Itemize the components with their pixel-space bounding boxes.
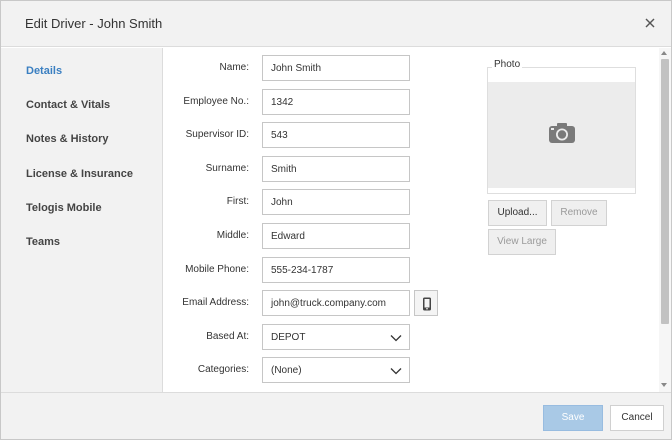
close-icon (645, 18, 655, 28)
based-at-value: DEPOT (271, 332, 306, 343)
middle-row: Middle: Edward (163, 223, 463, 249)
middle-field[interactable]: Edward (262, 223, 410, 249)
scroll-up-arrow[interactable] (661, 51, 667, 55)
mobile-device-button[interactable] (414, 290, 438, 316)
mobile-phone-icon (423, 297, 431, 311)
based-at-label: Based At: (206, 331, 249, 342)
categories-select[interactable]: (None) (262, 357, 410, 383)
middle-label: Middle: (216, 230, 249, 241)
mobile-phone-field[interactable]: 555-234-1787 (262, 257, 410, 283)
edit-driver-dialog: Edit Driver - John Smith Details Contact… (0, 0, 672, 440)
mobile-phone-row: Mobile Phone: 555-234-1787 (163, 257, 463, 283)
remove-button[interactable]: Remove (551, 200, 607, 226)
dialog-titlebar: Edit Driver - John Smith (1, 1, 671, 47)
categories-value: (None) (271, 365, 302, 376)
supervisor-id-field[interactable]: 543 (262, 122, 410, 148)
save-button[interactable]: Save (543, 405, 603, 431)
content-scrollbar[interactable] (659, 48, 671, 392)
scroll-down-arrow[interactable] (661, 383, 667, 387)
photo-placeholder (488, 82, 635, 188)
email-label: Email Address: (182, 297, 249, 308)
sidebar-nav: Details Contact & Vitals Notes & History… (1, 48, 163, 392)
surname-field[interactable]: Smith (262, 156, 410, 182)
first-row: First: John (163, 189, 463, 215)
based-at-row: Based At: DEPOT (163, 324, 463, 350)
dialog-footer: Save Cancel (1, 392, 671, 439)
cancel-button[interactable]: Cancel (610, 405, 664, 431)
sidebar-item-notes-history[interactable]: Notes & History (26, 133, 109, 145)
details-form: Name: John Smith Employee No.: 1342 Supe… (163, 48, 659, 392)
employee-no-field[interactable]: 1342 (262, 89, 410, 115)
email-row: Email Address: john@truck.company.com (163, 290, 463, 316)
mobile-phone-label: Mobile Phone: (185, 264, 249, 275)
based-at-select[interactable]: DEPOT (262, 324, 410, 350)
sidebar-item-license-insurance[interactable]: License & Insurance (26, 168, 133, 180)
name-label: Name: (219, 62, 249, 73)
supervisor-id-label: Supervisor ID: (185, 129, 249, 140)
first-field[interactable]: John (262, 189, 410, 215)
employee-no-row: Employee No.: 1342 (163, 89, 463, 115)
employee-no-label: Employee No.: (183, 96, 249, 107)
sidebar-item-telogis-mobile[interactable]: Telogis Mobile (26, 202, 102, 214)
categories-label: Categories: (197, 364, 249, 375)
email-field[interactable]: john@truck.company.com (262, 290, 410, 316)
surname-row: Surname: Smith (163, 156, 463, 182)
photo-legend: Photo (492, 59, 523, 70)
sidebar-item-details[interactable]: Details (26, 65, 62, 77)
first-label: First: (226, 196, 249, 207)
sidebar-item-teams[interactable]: Teams (26, 236, 60, 248)
scroll-thumb[interactable] (661, 59, 669, 324)
sidebar-item-contact-vitals[interactable]: Contact & Vitals (26, 99, 110, 111)
name-row: Name: John Smith (163, 55, 463, 81)
dialog-title: Edit Driver - John Smith (25, 16, 163, 31)
surname-label: Surname: (205, 163, 249, 174)
categories-row: Categories: (None) (163, 357, 463, 383)
name-field[interactable]: John Smith (262, 55, 410, 81)
upload-button[interactable]: Upload... (488, 200, 547, 226)
close-button[interactable] (641, 14, 659, 32)
supervisor-id-row: Supervisor ID: 543 (163, 122, 463, 148)
view-large-button[interactable]: View Large (488, 229, 556, 255)
chevron-down-icon (390, 368, 402, 375)
chevron-down-icon (390, 335, 402, 342)
camera-icon (549, 123, 575, 143)
